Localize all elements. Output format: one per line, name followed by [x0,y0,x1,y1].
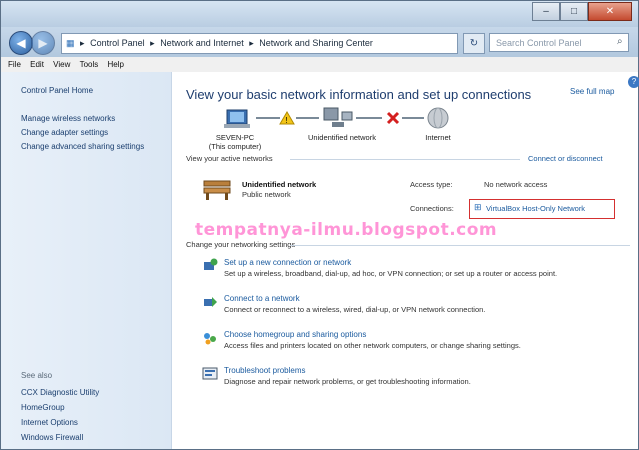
menu-help[interactable]: Help [108,60,124,69]
network-type-link[interactable]: Public network [242,190,291,199]
access-type-label: Access type: [410,180,453,189]
window-controls: – □ ✕ [532,2,632,21]
close-button[interactable]: ✕ [588,2,632,21]
breadcrumb-network-internet[interactable]: Network and Internet [160,38,244,48]
public-network-bench-icon [203,180,231,200]
disconnected-x-icon [386,111,400,125]
sidebar-homegroup[interactable]: HomeGroup [21,402,65,413]
sidebar: Control Panel Home Manage wireless netwo… [1,72,172,449]
search-input[interactable]: Search Control Panel [489,33,629,52]
breadcrumb-network-sharing[interactable]: Network and Sharing Center [259,38,373,48]
menu-tools[interactable]: Tools [80,60,99,69]
new-connection-icon [204,258,218,270]
computer-icon [224,109,250,128]
task-description: Diagnose and repair network problems, or… [224,377,471,386]
menu-edit[interactable]: Edit [30,60,44,69]
highlight-box [469,199,615,219]
connect-network-icon [204,297,217,307]
refresh-button[interactable]: ↻ [463,33,485,54]
maximize-button[interactable]: □ [560,2,588,21]
sidebar-manage-wireless[interactable]: Manage wireless networks [21,113,115,124]
main-content: ? View your basic network information an… [172,72,639,449]
breadcrumb-separator-icon: ▸ [249,38,254,48]
homegroup-icon [204,333,216,345]
troubleshoot-icon [202,367,218,380]
sidebar-internet-options[interactable]: Internet Options [21,417,78,428]
active-networks-label: View your active networks [186,154,273,163]
menu-file[interactable]: File [8,60,21,69]
menu-bar: File Edit View Tools Help [1,57,638,72]
connect-disconnect-link[interactable]: Connect or disconnect [528,154,603,163]
breadcrumb-control-panel[interactable]: Control Panel [90,38,145,48]
task-description: Access files and printers located on oth… [224,341,521,350]
connections-label: Connections: [410,204,454,213]
control-panel-icon: ▦ [66,38,75,48]
back-arrow-icon: ◀ [16,36,26,50]
address-bar[interactable]: ▦ ▸ Control Panel ▸ Network and Internet… [61,33,458,54]
minimize-button[interactable]: – [532,2,560,21]
map-network-label: Unidentified network [308,133,376,142]
divider [290,159,520,160]
internet-globe-icon [427,107,449,129]
breadcrumb-separator-icon: ▸ [150,38,155,48]
refresh-icon: ↻ [469,38,479,49]
divider [290,245,630,246]
task-title[interactable]: Set up a new connection or network [224,258,351,267]
title-bar: – □ ✕ [1,1,638,27]
back-button[interactable]: ◀ [9,31,33,55]
search-icon: ⌕ [617,36,623,47]
see-also-label: See also [21,371,53,380]
sidebar-windows-firewall[interactable]: Windows Firewall [21,432,83,443]
menu-view[interactable]: View [53,60,70,69]
access-type-value: No network access [484,180,548,189]
task-title[interactable]: Connect to a network [224,294,300,303]
help-icon[interactable]: ? [628,76,639,88]
task-description: Set up a wireless, broadband, dial-up, a… [224,269,558,278]
sidebar-ccx-diagnostic[interactable]: CCX Diagnostic Utility [21,387,99,398]
task-title[interactable]: Troubleshoot problems [224,366,306,375]
sidebar-change-advanced-sharing[interactable]: Change advanced sharing settings [21,141,156,152]
change-settings-label: Change your networking settings [186,240,296,249]
task-title[interactable]: Choose homegroup and sharing options [224,330,366,339]
window: – □ ✕ ◀ ▶ ▦ ▸ Control Panel ▸ Network an… [0,0,639,450]
map-computer-name: SEVEN-PC [215,133,255,142]
sidebar-change-adapter[interactable]: Change adapter settings [21,127,108,138]
warning-icon: ! [279,111,295,125]
page-title: View your basic network information and … [186,87,532,102]
map-internet-label: Internet [425,133,451,142]
breadcrumb-separator-icon: ▸ [80,38,85,48]
forward-arrow-icon: ▶ [38,36,48,50]
forward-button[interactable]: ▶ [31,31,55,55]
network-name: Unidentified network [242,180,317,189]
map-computer-sub: (This computer) [208,142,262,151]
navigation-bar: ◀ ▶ ▦ ▸ Control Panel ▸ Network and Inte… [1,27,638,57]
task-description: Connect or reconnect to a wireless, wire… [224,305,486,314]
svg-text:!: ! [286,116,288,125]
see-full-map-link[interactable]: See full map [570,87,614,96]
sidebar-control-panel-home[interactable]: Control Panel Home [21,85,93,96]
network-icon [323,107,353,127]
watermark: tempatnya-ilmu.blogspot.com [195,220,498,240]
